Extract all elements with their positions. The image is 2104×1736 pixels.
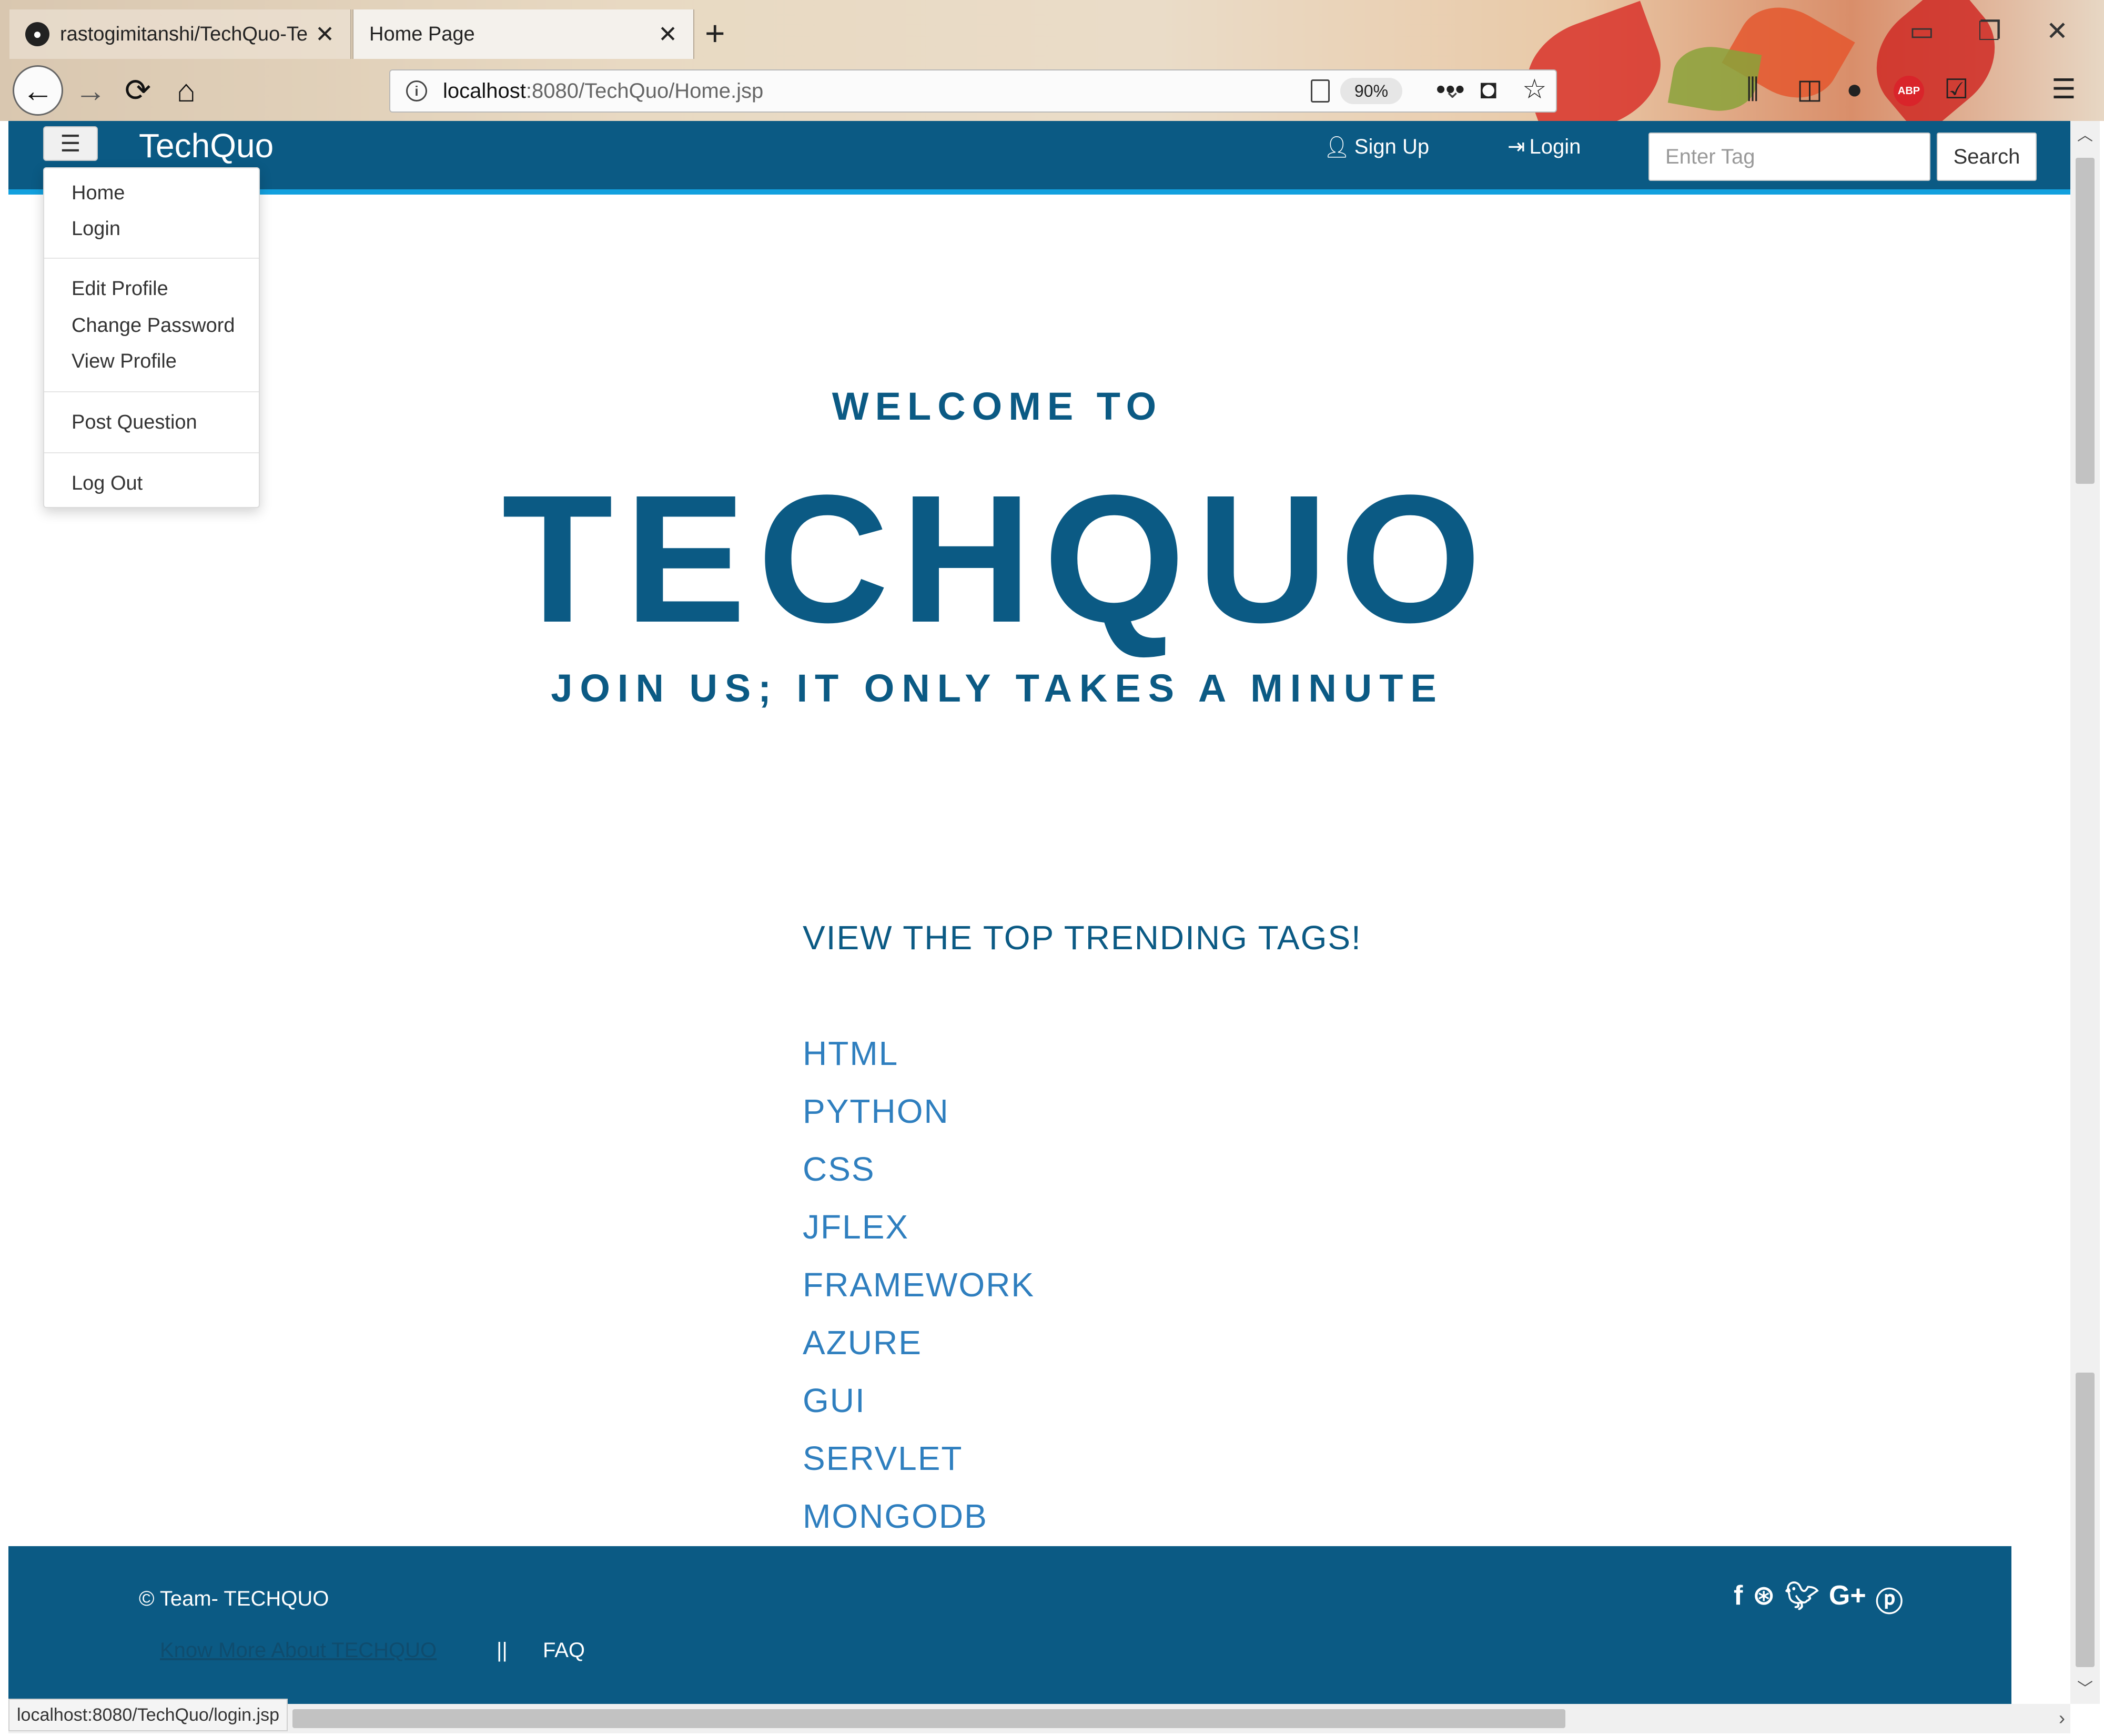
sidebar-icon[interactable]: ◫ — [1797, 74, 1823, 105]
social-links: f ⊛ 🐦︎ G+ ⓟ — [1734, 1580, 1903, 1619]
close-tab-icon[interactable]: ✕ — [315, 21, 335, 48]
tab-title: rastogimitanshi/TechQuo-Tech — [60, 23, 308, 45]
menu-divider — [44, 258, 259, 259]
adblock-icon[interactable]: ABP — [1894, 76, 1924, 106]
bookmark-star-icon[interactable]: ☆ — [1522, 74, 1547, 105]
library-icon[interactable]: ⫼ — [1746, 74, 1759, 106]
menu-item-home[interactable]: Home — [72, 182, 125, 205]
trending-tag-link[interactable]: GUI — [803, 1381, 866, 1420]
close-tab-icon[interactable]: ✕ — [658, 21, 677, 48]
trending-tag-link[interactable]: PYTHON — [803, 1092, 949, 1131]
facebook-icon[interactable]: f — [1734, 1580, 1743, 1619]
scroll-thumb[interactable] — [292, 1709, 1565, 1728]
faq-link[interactable]: FAQ — [543, 1639, 585, 1662]
horizontal-scrollbar[interactable]: › — [8, 1704, 2070, 1733]
user-icon: 👤︎ — [1323, 136, 1350, 159]
url-host: localhost — [443, 79, 526, 103]
zoom-indicator[interactable]: 90% — [1340, 78, 1402, 104]
tab-title: Home Page — [369, 23, 475, 45]
todo-icon[interactable]: ☑ — [1944, 74, 1969, 105]
signup-link[interactable]: 👤︎ Sign Up — [1323, 135, 1429, 159]
twitter-icon[interactable]: 🐦︎ — [1785, 1580, 1819, 1619]
menu-divider — [44, 391, 259, 392]
welcome-heading: WELCOME TO — [832, 384, 1163, 428]
url-path: :8080/TechQuo/Home.jsp — [525, 79, 764, 103]
trending-tag-link[interactable]: MONGODB — [803, 1497, 988, 1536]
site-brand[interactable]: TechQuo — [139, 126, 274, 165]
footer-copyright: © Team- TECHQUO — [139, 1587, 329, 1610]
trending-tag-link[interactable]: CSS — [803, 1150, 875, 1189]
minimize-icon[interactable]: ▭ — [1909, 16, 1934, 46]
trending-tag-link[interactable]: JFLEX — [803, 1207, 909, 1246]
lightbulb-icon[interactable]: ● — [1846, 74, 1863, 105]
back-arrow-icon[interactable]: ← — [13, 65, 63, 116]
menu-item-post-question[interactable]: Post Question — [72, 411, 197, 434]
pocket-icon[interactable]: ◘ — [1480, 74, 1496, 105]
menu-item-change-password[interactable]: Change Password — [72, 314, 235, 337]
reader-view-icon[interactable] — [1311, 79, 1330, 103]
hamburger-menu-button[interactable]: ☰ — [43, 126, 98, 161]
trending-tag-link[interactable]: HTML — [803, 1034, 898, 1073]
menu-icon[interactable]: ☰ — [2051, 74, 2076, 105]
close-window-icon[interactable]: ✕ — [2046, 16, 2068, 46]
search-button[interactable]: Search — [1937, 133, 2037, 181]
tab-github[interactable]: ● rastogimitanshi/TechQuo-Tech ✕ — [9, 9, 351, 59]
scroll-right-icon[interactable]: › — [2059, 1707, 2065, 1729]
know-more-link[interactable]: Know More About TECHQUO — [160, 1639, 437, 1662]
site-footer: © Team- TECHQUO Know More About TECHQUO … — [8, 1546, 2011, 1704]
tab-home-page[interactable]: Home Page ✕ — [352, 9, 694, 59]
more-icon[interactable]: ••• — [1436, 74, 1465, 105]
new-tab-button[interactable]: + — [705, 15, 725, 52]
scroll-thumb[interactable] — [2076, 158, 2095, 484]
trending-tag-link[interactable]: AZURE — [803, 1323, 922, 1362]
pinterest-icon[interactable]: ⓟ — [1876, 1580, 1903, 1619]
menu-item-login[interactable]: Login — [72, 218, 120, 240]
home-icon[interactable]: ⌂ — [161, 65, 211, 116]
menu-item-edit-profile[interactable]: Edit Profile — [72, 278, 168, 300]
site-navbar: ☰ TechQuo 👤︎ Sign Up ⇥ Login Enter Tag S… — [8, 121, 2070, 195]
scroll-thumb[interactable] — [2076, 1373, 2095, 1667]
menu-icon: ☰ — [60, 130, 81, 157]
google-plus-icon[interactable]: G+ — [1829, 1580, 1866, 1619]
menu-divider — [44, 452, 259, 453]
dribbble-icon[interactable]: ⊛ — [1752, 1580, 1775, 1619]
tag-search-placeholder: Enter Tag — [1665, 145, 1755, 168]
nav-dropdown-menu: Home Login Edit Profile Change Password … — [43, 167, 260, 508]
trending-tag-link[interactable]: FRAMEWORK — [803, 1265, 1035, 1304]
reload-icon[interactable]: ⟳ — [113, 65, 163, 116]
footer-separator: || — [497, 1639, 508, 1662]
trending-heading: VIEW THE TOP TRENDING TAGS! — [803, 919, 1362, 957]
signup-label: Sign Up — [1354, 135, 1430, 158]
scroll-up-icon[interactable]: ︿ — [2070, 121, 2100, 150]
scroll-down-icon[interactable]: ﹀ — [2070, 1674, 2100, 1704]
forward-arrow-icon[interactable]: → — [65, 65, 116, 116]
tagline: JOIN US; IT ONLY TAKES A MINUTE — [551, 666, 1444, 710]
login-link[interactable]: ⇥ Login — [1508, 135, 1581, 159]
status-bar-url: localhost:8080/TechQuo/login.jsp — [8, 1699, 288, 1731]
page-viewport: ☰ TechQuo 👤︎ Sign Up ⇥ Login Enter Tag S… — [8, 121, 2070, 1704]
site-title: TECHQUO — [502, 458, 1493, 661]
login-label: Login — [1529, 135, 1581, 158]
restore-icon[interactable]: ❐ — [1978, 16, 2001, 46]
login-icon: ⇥ — [1508, 135, 1525, 158]
github-icon: ● — [25, 22, 49, 46]
vertical-scrollbar[interactable]: ︿ ﹀ — [2070, 121, 2100, 1704]
trending-tag-link[interactable]: SERVLET — [803, 1439, 963, 1478]
menu-item-log-out[interactable]: Log Out — [72, 472, 143, 495]
info-icon[interactable]: i — [406, 80, 427, 101]
menu-item-view-profile[interactable]: View Profile — [72, 350, 177, 373]
tag-search-input[interactable]: Enter Tag — [1648, 133, 1930, 181]
